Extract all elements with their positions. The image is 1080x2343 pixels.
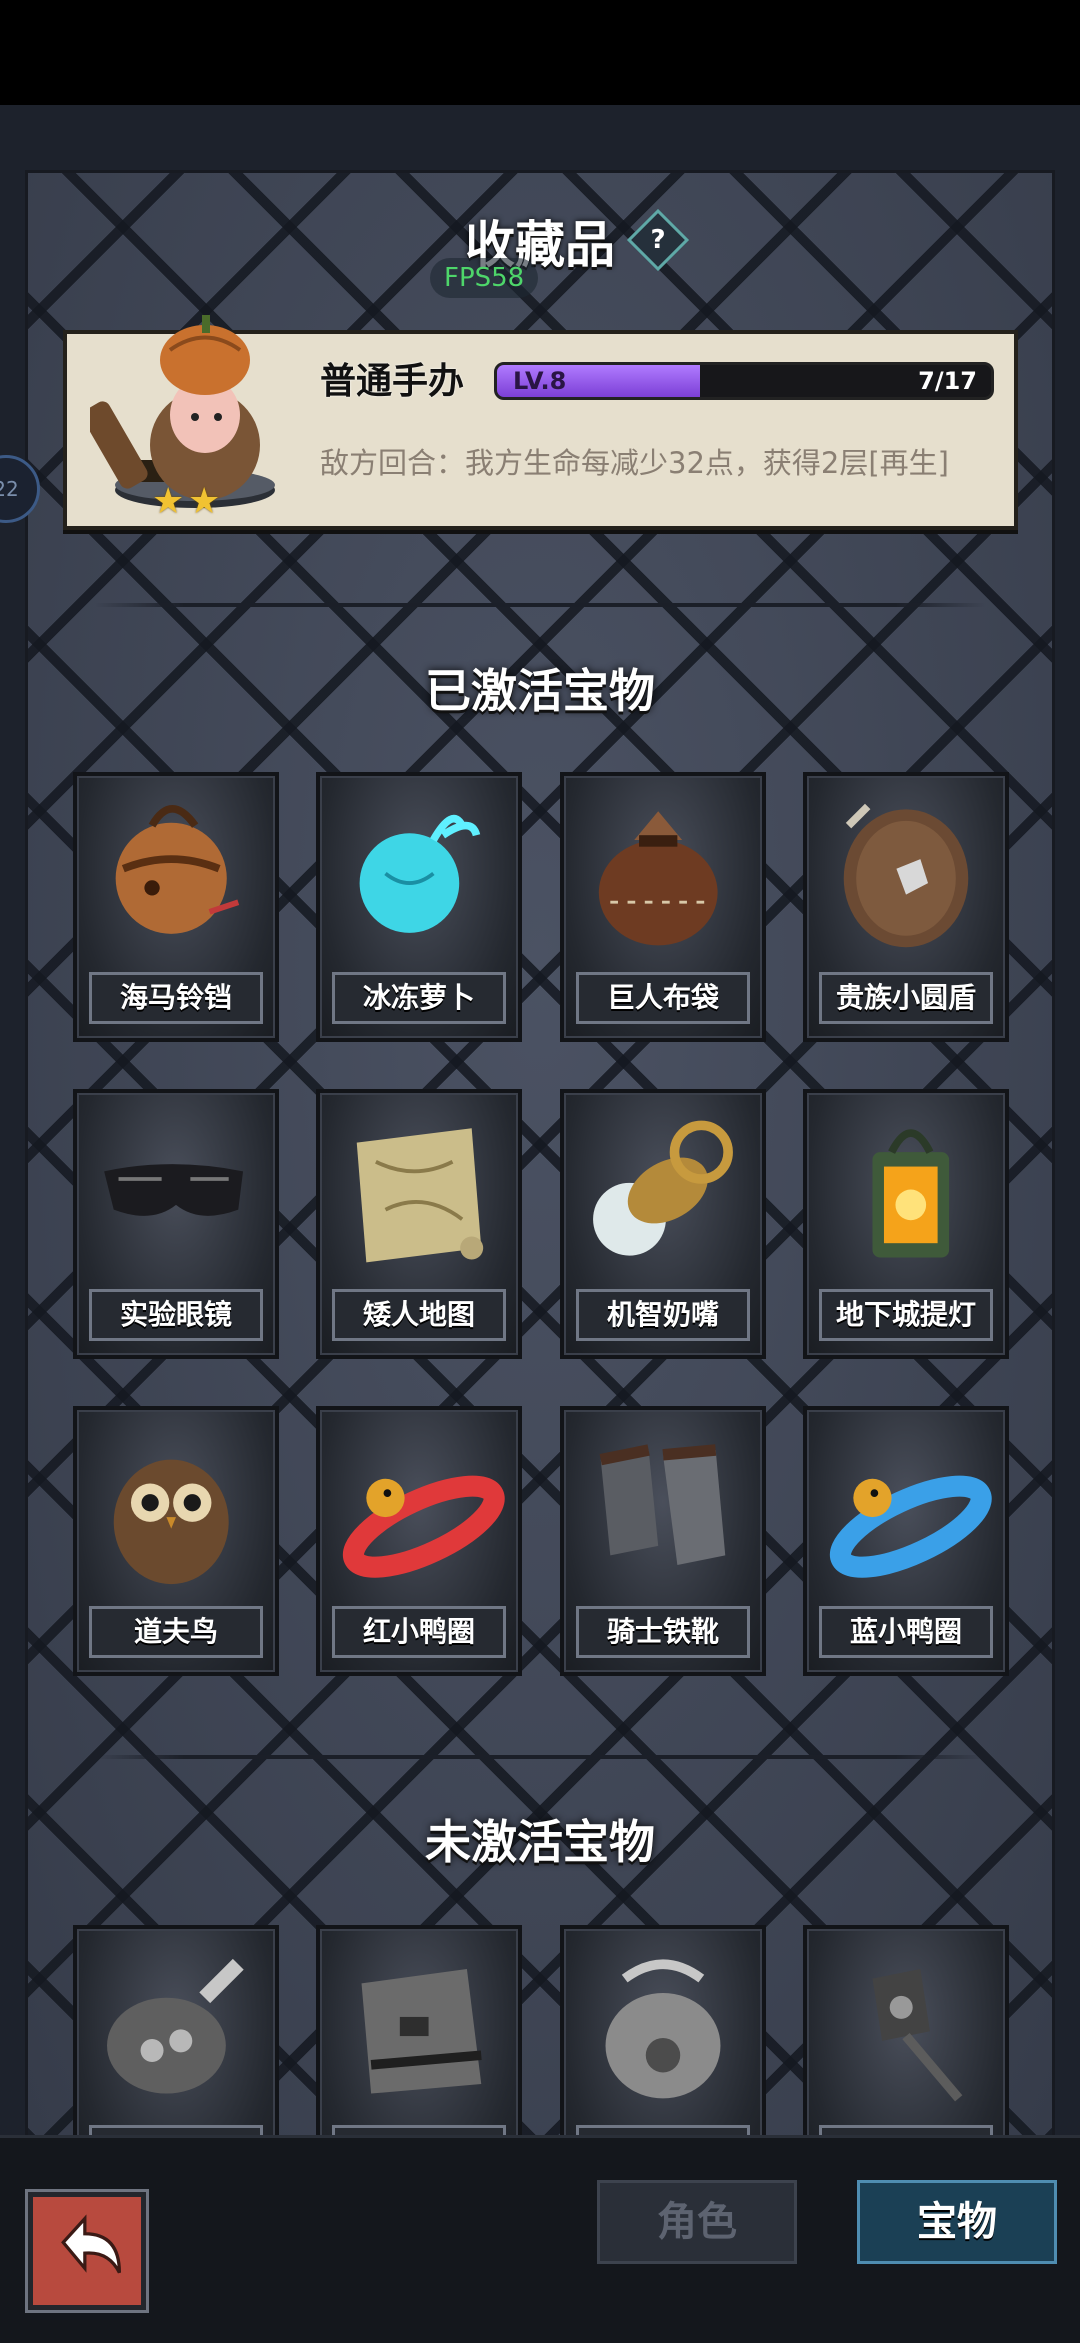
treasure-item-label: 骑士铁靴 <box>576 1606 750 1658</box>
treasure-item[interactable]: 骑士铁靴 <box>560 1406 766 1676</box>
treasure-item-label: 巨人布袋 <box>576 972 750 1024</box>
figure-description: 敌方回合：我方生命每减少32点，获得2层[再生] <box>320 446 949 480</box>
treasure-item-label: 道夫鸟 <box>89 1606 263 1658</box>
treasure-item[interactable]: 贵族小圆盾 <box>803 772 1009 1042</box>
lantern-icon <box>872 1129 950 1258</box>
treasure-item[interactable]: 实验眼镜 <box>73 1089 279 1359</box>
figure-name: 普通手办 <box>320 361 465 402</box>
treasure-item[interactable]: 矮人地图 <box>316 1089 522 1359</box>
treasure-item[interactable]: 机智奶嘴 <box>560 1089 766 1359</box>
divider <box>95 603 985 607</box>
status-bar <box>0 0 1080 105</box>
ham-icon <box>107 1958 244 2094</box>
treasure-item-label: 冰冻萝卜 <box>332 972 506 1024</box>
active-section-title: 已激活宝物 <box>425 664 655 718</box>
pacifier-icon <box>593 1120 733 1256</box>
treasure-item-label: 矮人地图 <box>332 1289 506 1341</box>
treasure-item-label: 地下城提灯 <box>819 1289 993 1341</box>
blue-duck-ring-icon <box>829 1475 992 1578</box>
treasure-item[interactable]: 冰冻萝卜 <box>316 772 522 1042</box>
level-progress-bar: LV.8 7/17 <box>494 362 994 400</box>
treasure-item[interactable]: 地下城提灯 <box>803 1089 1009 1359</box>
divider <box>95 1755 985 1759</box>
treasure-item-label: 机智奶嘴 <box>576 1289 750 1341</box>
back-arrow-icon <box>61 2214 122 2274</box>
star-icon: ★ <box>152 481 185 522</box>
bell-icon <box>115 805 240 934</box>
frozen-radish-icon <box>359 814 481 933</box>
iron-boots-icon <box>599 1444 726 1565</box>
treasure-item[interactable]: 海马铃铛 <box>73 772 279 1042</box>
question-icon: ? <box>650 225 666 255</box>
treasure-item[interactable]: 蓝小鸭圈 <box>803 1406 1009 1676</box>
treasure-item-label: 贵族小圆盾 <box>819 972 993 1024</box>
round-shield-icon <box>843 803 969 948</box>
treasure-item[interactable]: 巨人布袋 <box>560 772 766 1042</box>
treasure-item[interactable]: 道夫鸟 <box>73 1406 279 1676</box>
star-icon: ★ <box>188 481 221 522</box>
tab-role[interactable]: 角色 <box>597 2180 797 2264</box>
red-duck-ring-icon <box>342 1475 505 1578</box>
torch-icon <box>872 1969 963 2102</box>
tab-treasure[interactable]: 宝物 <box>857 2180 1057 2264</box>
owl-icon <box>113 1459 229 1585</box>
inactive-section-title: 未激活宝物 <box>425 1815 655 1869</box>
helmet-icon <box>605 1959 721 2099</box>
sack-icon <box>598 811 718 946</box>
treasure-item-label: 实验眼镜 <box>89 1289 263 1341</box>
page-title: 收藏品 <box>465 216 615 274</box>
back-button[interactable] <box>28 2192 146 2310</box>
fps-counter: FPS58 <box>430 258 539 298</box>
paper-box-icon <box>361 1969 482 2094</box>
treasure-item-label: 红小鸭圈 <box>332 1606 506 1658</box>
map-icon <box>356 1128 484 1263</box>
goggles-icon <box>104 1164 244 1216</box>
progress-count: 7/17 <box>918 367 977 395</box>
treasure-item-label: 海马铃铛 <box>89 972 263 1024</box>
treasure-item-label: 蓝小鸭圈 <box>819 1606 993 1658</box>
treasure-item[interactable]: 红小鸭圈 <box>316 1406 522 1676</box>
level-label: LV.8 <box>513 367 567 395</box>
